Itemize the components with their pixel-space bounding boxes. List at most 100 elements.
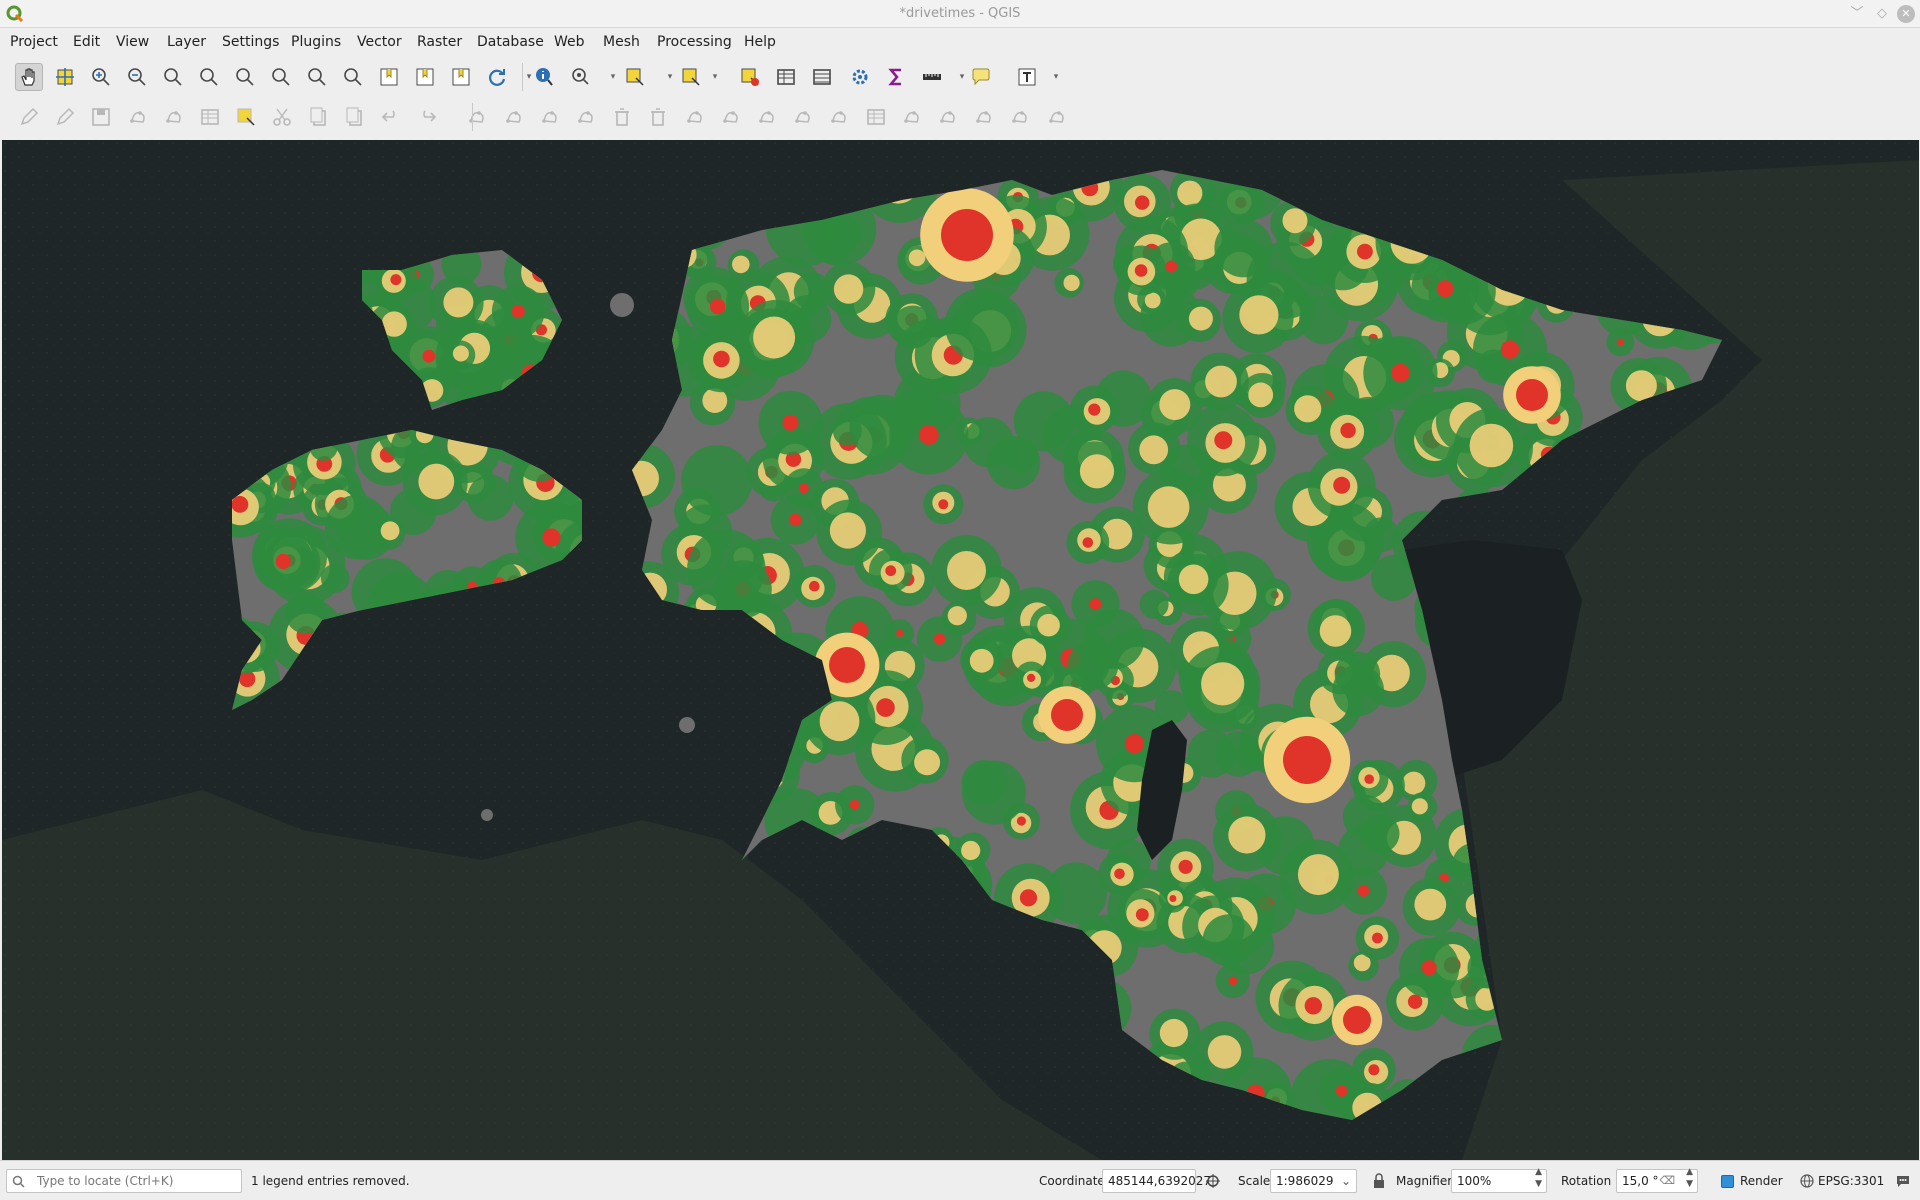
pan-to-selection-icon[interactable]: [51, 63, 79, 91]
select-features-icon[interactable]: [621, 63, 649, 91]
zoom-native-resolution-icon[interactable]: [159, 63, 187, 91]
run-feature-action-icon[interactable]: [567, 63, 595, 91]
spin-arrows-icon[interactable]: ▲ ▼: [1686, 1166, 1693, 1190]
spin-arrows-icon[interactable]: ▲ ▼: [1535, 1166, 1542, 1190]
dropdown-arrow-icon[interactable]: ▾: [608, 63, 618, 91]
close-icon[interactable]: ✕: [1897, 5, 1915, 23]
new-bookmark-icon[interactable]: [411, 63, 439, 91]
pan-hand-icon[interactable]: [15, 63, 43, 91]
minimize-icon[interactable]: ﹀: [1848, 5, 1866, 23]
zoom-to-layer-icon[interactable]: [267, 63, 295, 91]
undo-icon[interactable]: [377, 103, 405, 131]
menu-raster[interactable]: Raster: [417, 34, 462, 50]
add-part-icon[interactable]: [536, 103, 564, 131]
modify-attributes-icon[interactable]: [196, 103, 224, 131]
map-tips-icon[interactable]: [967, 63, 995, 91]
identify-features-icon[interactable]: [531, 63, 559, 91]
refresh-icon[interactable]: [483, 63, 511, 91]
split-features-icon[interactable]: [753, 103, 781, 131]
measure-line-icon[interactable]: [918, 63, 946, 91]
scale-label: Scale: [1238, 1174, 1271, 1188]
menu-web[interactable]: Web: [554, 34, 585, 50]
text-annotation-icon[interactable]: [1013, 63, 1041, 91]
dropdown-arrow-icon[interactable]: ▾: [524, 63, 534, 91]
menu-help[interactable]: Help: [744, 34, 776, 50]
statistics-sigma-icon[interactable]: [882, 63, 910, 91]
locator-search-input[interactable]: Type to locate (Ctrl+K): [6, 1169, 242, 1193]
zoom-to-selection-icon[interactable]: [231, 63, 259, 91]
new-map-view-icon[interactable]: [375, 63, 403, 91]
zoom-full-icon[interactable]: [195, 63, 223, 91]
coordinate-label: Coordinate: [1039, 1174, 1105, 1188]
menu-project[interactable]: Project: [10, 34, 58, 50]
crs-globe-icon[interactable]: [1800, 1174, 1814, 1188]
menu-edit[interactable]: Edit: [73, 34, 100, 50]
delete-ring-icon[interactable]: [608, 103, 636, 131]
menu-settings[interactable]: Settings: [222, 34, 279, 50]
show-bookmarks-icon[interactable]: [447, 63, 475, 91]
digitize-shape-icon[interactable]: [463, 103, 491, 131]
zoom-last-icon[interactable]: [303, 63, 331, 91]
menu-layer[interactable]: Layer: [167, 34, 206, 50]
paste-features-icon[interactable]: [341, 103, 369, 131]
delete-selected-icon[interactable]: [232, 103, 260, 131]
rotate-point-icon[interactable]: [898, 103, 926, 131]
render-label: Render: [1740, 1174, 1783, 1188]
dropdown-arrow-icon[interactable]: ▾: [1051, 63, 1061, 91]
coordinate-field[interactable]: 485144,6392027: [1102, 1169, 1211, 1193]
deselect-all-icon[interactable]: [736, 63, 764, 91]
menu-view[interactable]: View: [116, 34, 149, 50]
menu-mesh[interactable]: Mesh: [603, 34, 640, 50]
reverse-line-icon[interactable]: [970, 103, 998, 131]
crs-label[interactable]: EPSG:3301: [1818, 1174, 1884, 1188]
dropdown-arrow-icon[interactable]: ▾: [710, 63, 720, 91]
island: [610, 293, 634, 317]
merge-features-icon[interactable]: [825, 103, 853, 131]
zoom-in-icon[interactable]: [87, 63, 115, 91]
save-edits-icon[interactable]: [87, 103, 115, 131]
rotation-value: 15,0 °: [1622, 1174, 1659, 1188]
lock-scale-icon[interactable]: [1373, 1173, 1385, 1189]
rotate-feature-icon[interactable]: [1043, 103, 1071, 131]
fill-ring-icon[interactable]: [572, 103, 600, 131]
map-canvas[interactable]: [2, 140, 1919, 1160]
dropdown-arrow-icon[interactable]: ▾: [957, 63, 967, 91]
scale-combo[interactable]: 1:986029 ⌄: [1270, 1169, 1357, 1193]
toggle-editing-icon[interactable]: [51, 103, 79, 131]
split-parts-icon[interactable]: [789, 103, 817, 131]
menu-processing[interactable]: Processing: [657, 34, 732, 50]
rotation-spinbox[interactable]: 15,0 ° ⌫ ▲ ▼: [1616, 1166, 1698, 1193]
magnifier-spinbox[interactable]: 100% ▲ ▼: [1451, 1166, 1547, 1193]
zoom-out-icon[interactable]: [123, 63, 151, 91]
menu-vector[interactable]: Vector: [357, 34, 402, 50]
current-edits-icon[interactable]: [15, 103, 43, 131]
add-ring-icon[interactable]: [500, 103, 528, 131]
simplify-icon[interactable]: [934, 103, 962, 131]
render-checkbox[interactable]: [1721, 1175, 1734, 1188]
zoom-next-icon[interactable]: [339, 63, 367, 91]
dropdown-arrow-icon[interactable]: ▾: [665, 63, 675, 91]
trim-extend-icon[interactable]: [1006, 103, 1034, 131]
offset-curve-icon[interactable]: [717, 103, 745, 131]
maximize-icon[interactable]: ◇: [1873, 5, 1891, 23]
add-feature-icon[interactable]: [124, 103, 152, 131]
locator-placeholder: Type to locate (Ctrl+K): [37, 1174, 174, 1188]
clear-icon[interactable]: ⌫: [1659, 1170, 1675, 1192]
field-calculator-icon[interactable]: [808, 63, 836, 91]
toolbox-gear-icon[interactable]: [846, 63, 874, 91]
copy-features-icon[interactable]: [305, 103, 333, 131]
cut-features-icon[interactable]: [268, 103, 296, 131]
toggle-extents-mouse-icon[interactable]: [1205, 1173, 1221, 1189]
select-by-value-icon[interactable]: [677, 63, 705, 91]
merge-attributes-icon[interactable]: [862, 103, 890, 131]
reshape-icon[interactable]: [681, 103, 709, 131]
status-bar: Type to locate (Ctrl+K) 1 legend entries…: [0, 1160, 1920, 1200]
redo-icon[interactable]: [413, 103, 441, 131]
menu-plugins[interactable]: Plugins: [291, 34, 341, 50]
vertex-tool-icon[interactable]: [160, 103, 188, 131]
attribute-table-icon[interactable]: [772, 63, 800, 91]
messages-icon[interactable]: [1895, 1173, 1911, 1189]
menu-database[interactable]: Database: [477, 34, 544, 50]
delete-part-icon[interactable]: [644, 103, 672, 131]
map-rendering: [2, 140, 1919, 1160]
